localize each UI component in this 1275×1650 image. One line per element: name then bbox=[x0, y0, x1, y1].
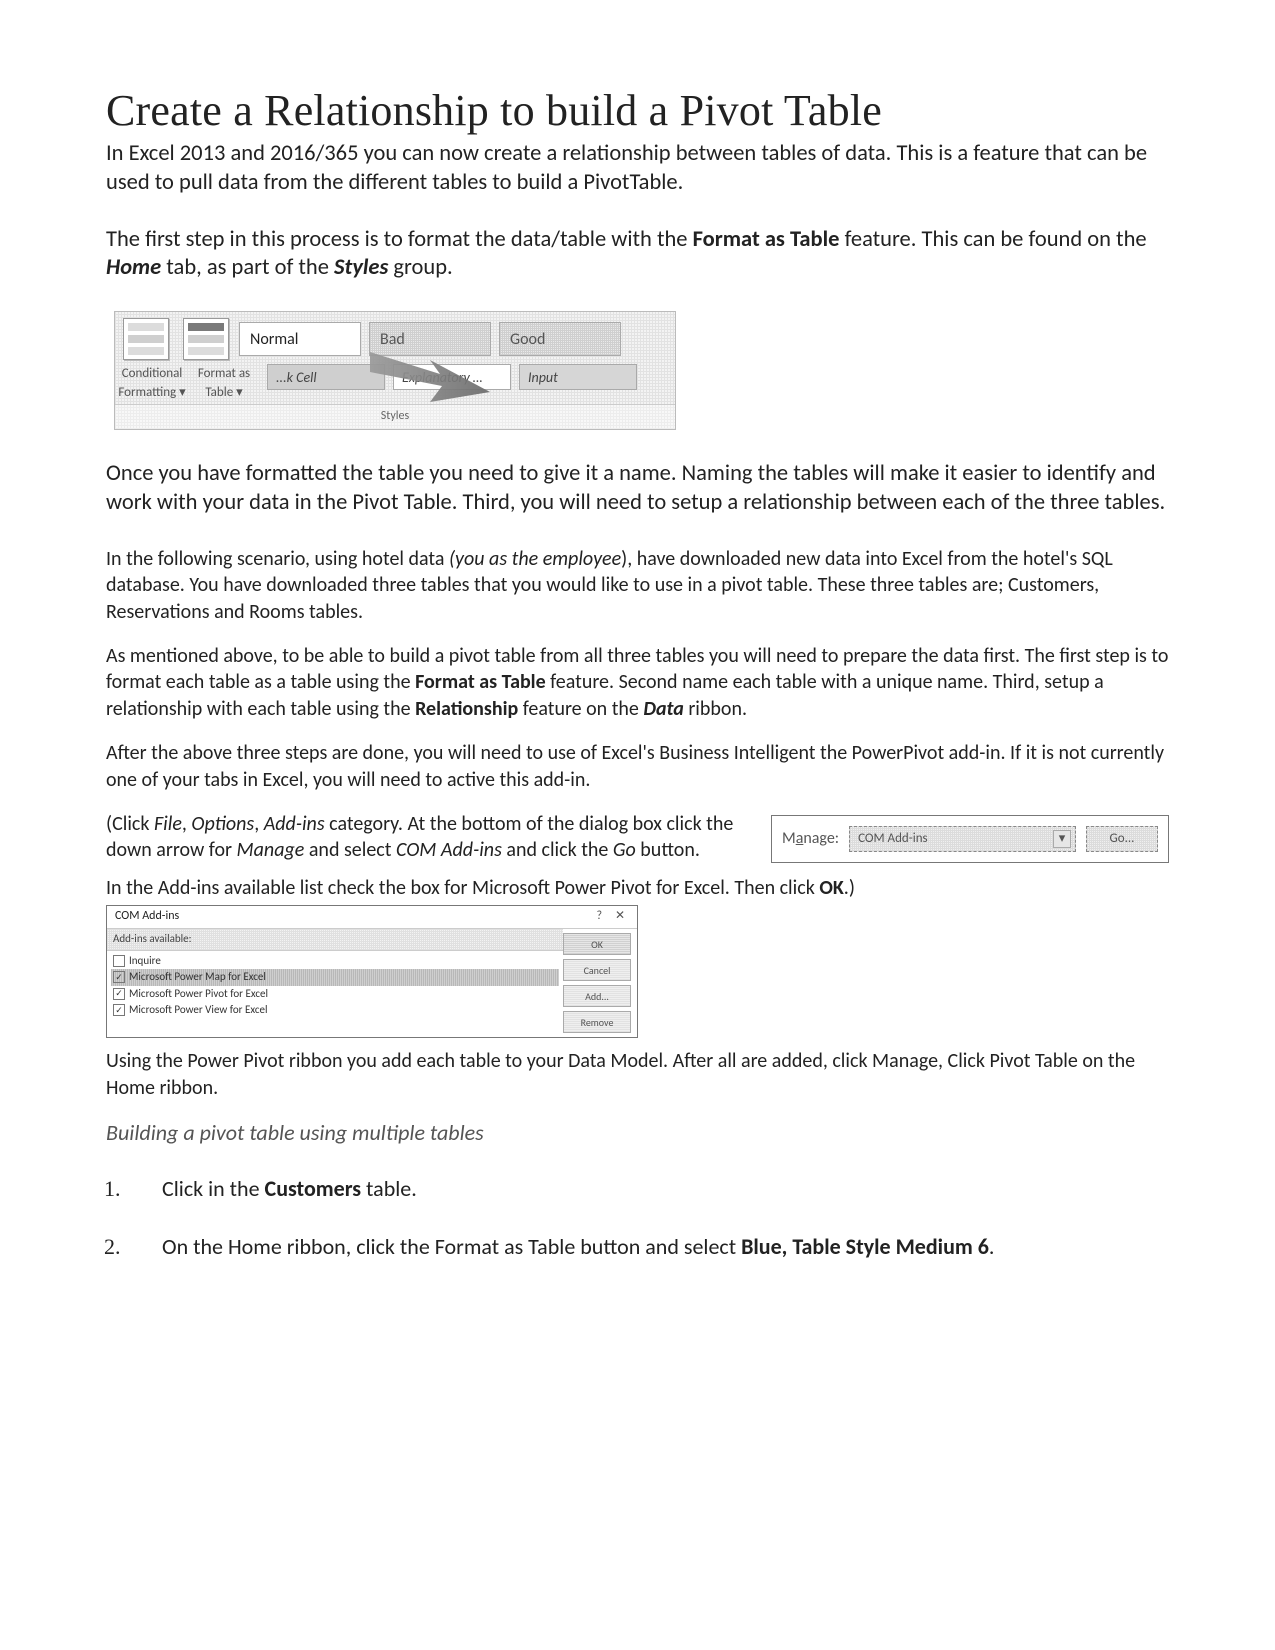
go-label: Go... bbox=[1110, 830, 1135, 847]
txt: ribbon. bbox=[684, 697, 747, 721]
format-as-table-sub: Table ▾ bbox=[205, 385, 242, 400]
using-powerpivot-paragraph: Using the Power Pivot ribbon you add eac… bbox=[106, 1048, 1169, 1101]
figure-manage-addins: Manage: COM Add-ins ▾ Go... bbox=[771, 815, 1169, 863]
addin-item-powerview[interactable]: ✓ Microsoft Power View for Excel bbox=[111, 1002, 559, 1019]
txt: On the Home ribbon, click the Format as … bbox=[162, 1233, 741, 1260]
manage-combo[interactable]: COM Add-ins ▾ bbox=[849, 826, 1076, 852]
styles-group-term: Styles bbox=[334, 254, 388, 281]
home-tab-term: Home bbox=[106, 254, 161, 281]
manage-combo-value: COM Add-ins bbox=[858, 830, 928, 847]
figure-styles-ribbon: Normal Bad Good Conditional Formatting ▾… bbox=[114, 311, 676, 430]
txt: Microsoft Power Map for Excel bbox=[129, 970, 266, 985]
txt-bold: Blue, Table Style Medium 6 bbox=[741, 1233, 989, 1260]
txt: group. bbox=[388, 254, 452, 281]
txt: , bbox=[254, 812, 264, 836]
ok-button[interactable]: OK bbox=[563, 933, 631, 955]
txt: In the Add-ins available list check the … bbox=[106, 876, 819, 900]
txt: Click in the bbox=[162, 1175, 265, 1202]
txt-bold: Customers bbox=[265, 1175, 362, 1202]
conditional-formatting-icon bbox=[123, 318, 169, 360]
txt-ital: Manage bbox=[237, 838, 305, 862]
txt: . bbox=[989, 1233, 995, 1260]
figure-com-addins-dialog: COM Add-ins ? ✕ Add-ins available: Inqui… bbox=[106, 905, 638, 1038]
checkbox-icon[interactable] bbox=[113, 955, 125, 967]
powerpivot-paragraph: After the above three steps are done, yo… bbox=[106, 740, 1169, 793]
addin-item-inquire[interactable]: Inquire bbox=[111, 953, 559, 970]
addin-item-powermap[interactable]: ✓ Microsoft Power Map for Excel bbox=[111, 969, 559, 986]
remove-button[interactable]: Remove bbox=[563, 1011, 631, 1033]
style-input: Input bbox=[519, 364, 637, 390]
dialog-title: COM Add-ins bbox=[115, 909, 179, 925]
styles-group-label: Styles bbox=[115, 404, 675, 429]
addins-check-paragraph: In the Add-ins available list check the … bbox=[106, 875, 1169, 901]
style-explanatory: Explanatory … bbox=[393, 364, 511, 390]
addin-item-powerpivot[interactable]: ✓ Microsoft Power Pivot for Excel bbox=[111, 986, 559, 1003]
txt: , bbox=[182, 812, 192, 836]
steps-list: Click in the Customers table. On the Hom… bbox=[106, 1174, 1169, 1261]
txt: button. bbox=[636, 838, 700, 862]
txt-ibold: Data bbox=[643, 697, 683, 721]
help-icon[interactable]: ? bbox=[590, 909, 608, 925]
txt-bold: OK bbox=[819, 876, 843, 900]
style-bad: Bad bbox=[369, 322, 491, 356]
txt: .) bbox=[844, 876, 855, 900]
format-as-table-paragraph: The first step in this process is to for… bbox=[106, 226, 1169, 284]
scenario-italic: (you as the employee bbox=[449, 547, 621, 571]
format-as-table-term: Format as Table bbox=[693, 226, 840, 253]
step-2: On the Home ribbon, click the Format as … bbox=[126, 1232, 1169, 1262]
txt-bold: Relationship bbox=[415, 697, 518, 721]
txt: (Click bbox=[106, 812, 154, 836]
cancel-button[interactable]: Cancel bbox=[563, 959, 631, 981]
txt: In the following scenario, using hotel d… bbox=[106, 547, 449, 571]
scenario-paragraph: In the following scenario, using hotel d… bbox=[106, 546, 1169, 625]
go-button[interactable]: Go... bbox=[1086, 826, 1158, 852]
txt-ital: Go bbox=[613, 838, 636, 862]
add-button[interactable]: Add... bbox=[563, 985, 631, 1007]
naming-paragraph: Once you have formatted the table you ne… bbox=[106, 460, 1169, 518]
txt-ital: File bbox=[154, 812, 182, 836]
txt: M bbox=[782, 829, 796, 848]
txt: Microsoft Power Pivot for Excel bbox=[129, 987, 268, 1002]
intro-paragraph: In Excel 2013 and 2016/365 you can now c… bbox=[106, 140, 1169, 198]
txt-ital: Add-ins bbox=[264, 812, 325, 836]
txt: and select bbox=[304, 838, 396, 862]
format-as-table-icon bbox=[183, 318, 229, 360]
checkbox-icon[interactable]: ✓ bbox=[113, 1004, 125, 1016]
prepare-paragraph: As mentioned above, to be able to build … bbox=[106, 643, 1169, 722]
txt-bold: Format as Table bbox=[415, 670, 546, 694]
txt: feature. This can be found on the bbox=[839, 226, 1146, 253]
manage-label: Manage: bbox=[782, 828, 839, 849]
txt: and click the bbox=[502, 838, 613, 862]
checkbox-icon[interactable]: ✓ bbox=[113, 988, 125, 1000]
txt: feature on the bbox=[518, 697, 643, 721]
txt: table. bbox=[361, 1175, 417, 1202]
section-heading: Building a pivot table using multiple ta… bbox=[106, 1119, 1169, 1146]
style-normal: Normal bbox=[239, 322, 361, 356]
style-good: Good bbox=[499, 322, 621, 356]
txt: The first step in this process is to for… bbox=[106, 226, 693, 253]
close-icon[interactable]: ✕ bbox=[611, 909, 629, 925]
checkbox-icon[interactable]: ✓ bbox=[113, 971, 125, 983]
txt: Microsoft Power View for Excel bbox=[129, 1003, 268, 1018]
txt-ital: Options bbox=[191, 812, 254, 836]
txt: tab, as part of the bbox=[161, 254, 334, 281]
conditional-formatting-label: Conditional bbox=[122, 366, 183, 381]
txt: nage: bbox=[803, 829, 839, 848]
step-1: Click in the Customers table. bbox=[126, 1174, 1169, 1204]
chevron-down-icon: ▾ bbox=[1053, 830, 1071, 848]
addins-list: Inquire ✓ Microsoft Power Map for Excel ✓… bbox=[107, 951, 563, 1021]
dialog-subhead: Add-ins available: bbox=[107, 929, 563, 951]
page-title: Create a Relationship to build a Pivot T… bbox=[106, 85, 1169, 136]
style-check-cell: ...k Cell bbox=[267, 364, 385, 390]
txt-ital: COM Add-ins bbox=[396, 838, 502, 862]
format-as-table-label: Format as bbox=[198, 366, 250, 381]
conditional-formatting-sub: Formatting ▾ bbox=[118, 385, 185, 400]
txt: Inquire bbox=[129, 954, 161, 969]
